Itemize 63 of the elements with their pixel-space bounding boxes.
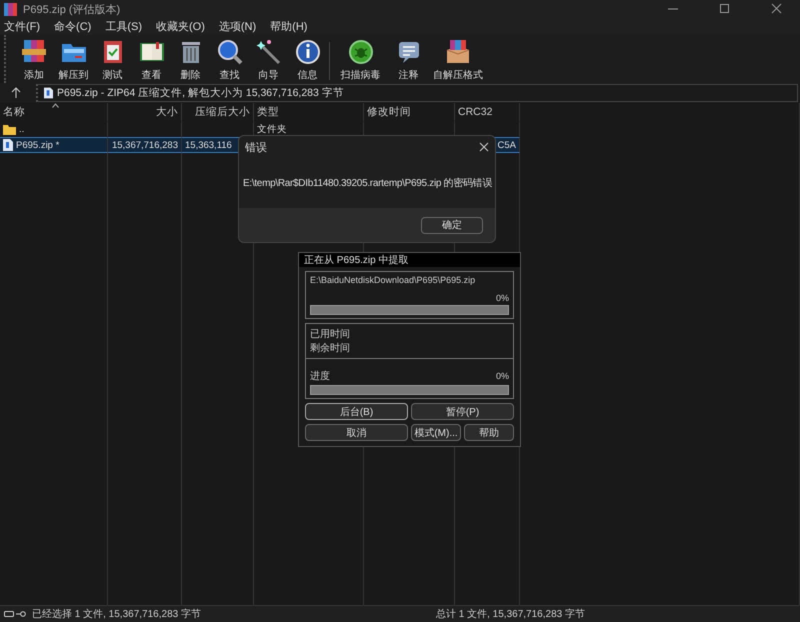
menu-item[interactable]: 命令(C) [54, 19, 92, 34]
dialog-button[interactable]: 帮助 [464, 424, 514, 441]
name-cell[interactable]: P695.zip * [0, 137, 108, 153]
menu-item[interactable]: 帮助(H) [270, 19, 308, 34]
column-header[interactable]: 修改时间 [364, 103, 455, 121]
file-icon [44, 87, 53, 99]
menu-item[interactable]: 工具(S) [105, 19, 142, 34]
percent-text: 0% [496, 371, 509, 381]
progress-label: 进度 [310, 370, 330, 383]
cell-text: 15,367,716,283 [112, 140, 178, 150]
file-name: P695.zip * [16, 140, 60, 150]
file-path: E:\BaiduNetdiskDownload\P695\P695.zip [310, 275, 476, 285]
column-header[interactable]: CRC32 [455, 103, 520, 121]
cell-text: C5A [498, 140, 516, 150]
percent-text: 0% [496, 293, 509, 303]
dialog-button[interactable]: 取消 [305, 424, 408, 441]
cell-text: 文件夹 [257, 122, 287, 136]
close-icon[interactable] [479, 142, 489, 152]
column-header[interactable]: 大小 [108, 103, 182, 121]
column-header[interactable]: 压缩后大小 [182, 103, 254, 121]
menu-item[interactable]: 选项(N) [218, 19, 256, 34]
dialog-button[interactable]: 模式(M)... [411, 424, 461, 441]
info-icon [294, 38, 322, 66]
address-text: P695.zip - ZIP64 压缩文件, 解包大小为 15,367,716,283 字节 [57, 86, 344, 100]
magic-wand-icon [254, 38, 282, 66]
elapsed-label: 已用时间 [310, 328, 351, 341]
toolbar-button[interactable]: 解压到 [54, 38, 93, 82]
toolbar-button[interactable]: 自解压格式 [428, 38, 488, 82]
key-icon [16, 611, 26, 617]
folder-icon [3, 124, 16, 134]
toolbar-button[interactable]: 查看 [132, 38, 171, 82]
toolbar-button[interactable]: 扫描病毒 [332, 38, 389, 82]
file-icon [3, 139, 13, 151]
ok-button[interactable]: 确定 [421, 216, 483, 234]
toolbar-button[interactable]: 添加 [14, 38, 54, 82]
search-icon [216, 38, 244, 66]
toolbar-button[interactable]: 注释 [389, 38, 428, 82]
dialog-button[interactable]: 后台(B) [305, 403, 408, 420]
toolbar-button[interactable]: 测试 [93, 38, 132, 82]
column-header[interactable]: 类型 [254, 103, 364, 121]
menu-item[interactable]: 收藏夹(O) [156, 19, 205, 34]
dialog-button[interactable]: 暂停(P) [411, 403, 514, 420]
dialog-title: 正在从 P695.zip 中提取 [304, 254, 408, 267]
cell-text: 15,363,116 [185, 140, 232, 150]
status-text: 总计 1 文件, 15,367,716,283 字节 [435, 608, 586, 621]
error-message: E:\temp\Rar$DIb11480.39205.rartemp\P695.zip 的密码错误 [243, 176, 492, 190]
address-bar[interactable]: P695.zip - ZIP64 压缩文件, 解包大小为 15,367,716,283 字节 [36, 84, 798, 102]
file-name: .. [19, 124, 24, 134]
status-text: 已经选择 1 文件, 15,367,716,283 字节 [31, 608, 202, 621]
app-icon [4, 2, 17, 16]
drive-icon [4, 611, 14, 617]
column-header[interactable]: 名称 [0, 103, 108, 121]
toolbar-button[interactable]: 信息 [288, 38, 327, 82]
bug-icon [346, 38, 374, 66]
up-arrow-icon[interactable] [10, 87, 22, 99]
toolbar-button[interactable]: 向导 [249, 38, 288, 82]
remaining-label: 剩余时间 [310, 342, 351, 355]
window-title: P695.zip (评估版本) [23, 2, 122, 16]
menu-item[interactable]: 文件(F) [4, 19, 40, 34]
toolbar-button[interactable]: 查找 [210, 38, 249, 82]
toolbar-button[interactable]: 删除 [171, 38, 210, 82]
dialog-title: 错误 [245, 140, 267, 154]
box-icon [444, 38, 472, 66]
